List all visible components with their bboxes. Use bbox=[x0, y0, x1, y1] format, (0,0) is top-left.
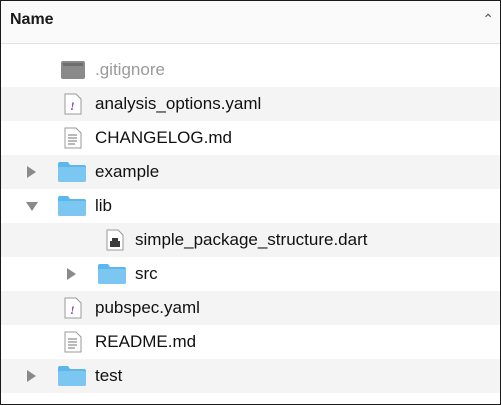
name-column-header[interactable]: Name ⌃ bbox=[1, 1, 500, 44]
chevron-up-icon[interactable]: ⌃ bbox=[482, 11, 494, 28]
folder-row-test[interactable]: test bbox=[1, 359, 500, 393]
folder-row-lib[interactable]: lib bbox=[1, 189, 500, 223]
hidden-file-icon bbox=[61, 61, 85, 79]
disclosure-triangle-collapsed[interactable] bbox=[25, 369, 39, 383]
file-label: pubspec.yaml bbox=[95, 298, 200, 317]
folder-label: example bbox=[95, 162, 160, 181]
yaml-file-icon: ! bbox=[64, 297, 82, 319]
svg-text:!: ! bbox=[70, 303, 75, 317]
folder-icon bbox=[98, 264, 126, 284]
file-label: README.md bbox=[95, 332, 197, 351]
yaml-file-icon: ! bbox=[64, 93, 82, 115]
folder-icon bbox=[58, 366, 86, 386]
finder-list-view: Name ⌃ .gitignore ! analysis_options.yam… bbox=[0, 0, 501, 405]
svg-text:!: ! bbox=[70, 99, 75, 113]
folder-row-example[interactable]: example bbox=[1, 155, 500, 189]
folder-label: test bbox=[95, 366, 123, 385]
text-file-icon bbox=[64, 331, 82, 353]
file-row-analysis-options[interactable]: ! analysis_options.yaml bbox=[1, 87, 500, 121]
disclosure-triangle-collapsed[interactable] bbox=[65, 267, 79, 281]
file-label: simple_package_structure.dart bbox=[135, 230, 368, 249]
folder-icon bbox=[58, 162, 86, 182]
file-row-pubspec[interactable]: ! pubspec.yaml bbox=[1, 291, 500, 325]
disclosure-triangle-collapsed[interactable] bbox=[25, 165, 39, 179]
file-label: .gitignore bbox=[95, 60, 165, 79]
file-label: CHANGELOG.md bbox=[95, 128, 232, 147]
folder-icon bbox=[58, 196, 86, 216]
dart-file-icon bbox=[106, 229, 124, 251]
column-header-label: Name bbox=[10, 11, 54, 28]
disclosure-triangle-expanded[interactable] bbox=[25, 199, 39, 213]
file-row-gitignore[interactable]: .gitignore bbox=[1, 53, 500, 87]
folder-label: lib bbox=[95, 196, 113, 215]
folder-label: src bbox=[135, 264, 158, 283]
file-row-changelog[interactable]: CHANGELOG.md bbox=[1, 121, 500, 155]
file-row-simple-package-structure[interactable]: simple_package_structure.dart bbox=[1, 223, 500, 257]
file-row-readme[interactable]: README.md bbox=[1, 325, 500, 359]
text-file-icon bbox=[64, 127, 82, 149]
file-label: analysis_options.yaml bbox=[95, 94, 262, 113]
folder-row-src[interactable]: src bbox=[1, 257, 500, 291]
